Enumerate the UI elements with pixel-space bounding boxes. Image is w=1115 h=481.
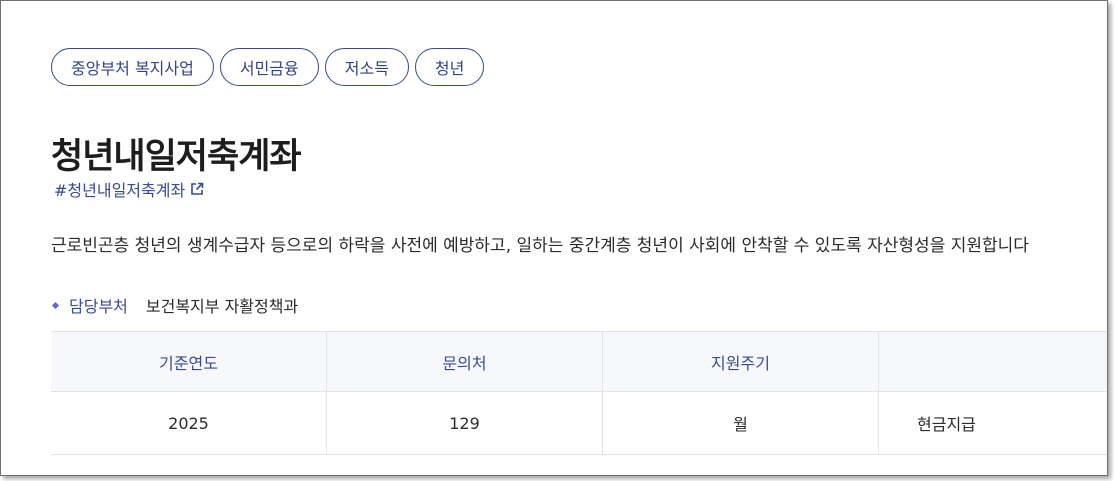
table-row: 2025 129 월 현금지급 xyxy=(51,391,1107,455)
department-label: 담당부처 xyxy=(69,297,128,316)
category-tags: 중앙부처 복지사업 서민금융 저소득 청년 xyxy=(51,48,485,86)
program-description: 근로빈곤층 청년의 생계수급자 등으로의 하락을 사전에 예방하고, 일하는 중… xyxy=(51,236,1029,256)
header-base-year: 기준연도 xyxy=(51,331,327,392)
tag-low-income[interactable]: 저소득 xyxy=(324,48,409,86)
cell-support-cycle: 월 xyxy=(602,391,879,455)
cell-support-type: 현금지급 xyxy=(917,415,976,434)
table-header-row: 기준연도 문의처 지원주기 xyxy=(51,331,1108,392)
page-title: 청년내일저축계좌 xyxy=(51,137,302,177)
hashtag-link[interactable]: #청년내일저축계좌 xyxy=(54,177,204,201)
header-contact: 문의처 xyxy=(326,331,603,392)
department-value: 보건복지부 자활정책과 xyxy=(145,297,299,316)
hashtag-text: #청년내일저축계좌 xyxy=(54,181,186,200)
tag-youth[interactable]: 청년 xyxy=(414,48,485,86)
info-table: 기준연도 문의처 지원주기 2025 129 월 현금지급 xyxy=(51,331,1108,455)
tag-central-welfare[interactable]: 중앙부처 복지사업 xyxy=(51,48,214,86)
diamond-bullet-icon xyxy=(51,301,60,309)
cell-contact: 129 xyxy=(326,391,603,455)
tag-microfinance[interactable]: 서민금융 xyxy=(219,48,319,86)
external-link-icon xyxy=(191,182,204,195)
page-frame: 중앙부처 복지사업 서민금융 저소득 청년 청년내일저축계좌 #청년내일저축계좌… xyxy=(0,0,1108,476)
header-support-cycle: 지원주기 xyxy=(602,331,879,392)
cell-base-year: 2025 xyxy=(51,391,327,455)
department-row: 담당부처 보건복지부 자활정책과 xyxy=(51,293,298,317)
header-support-type xyxy=(879,332,1108,392)
